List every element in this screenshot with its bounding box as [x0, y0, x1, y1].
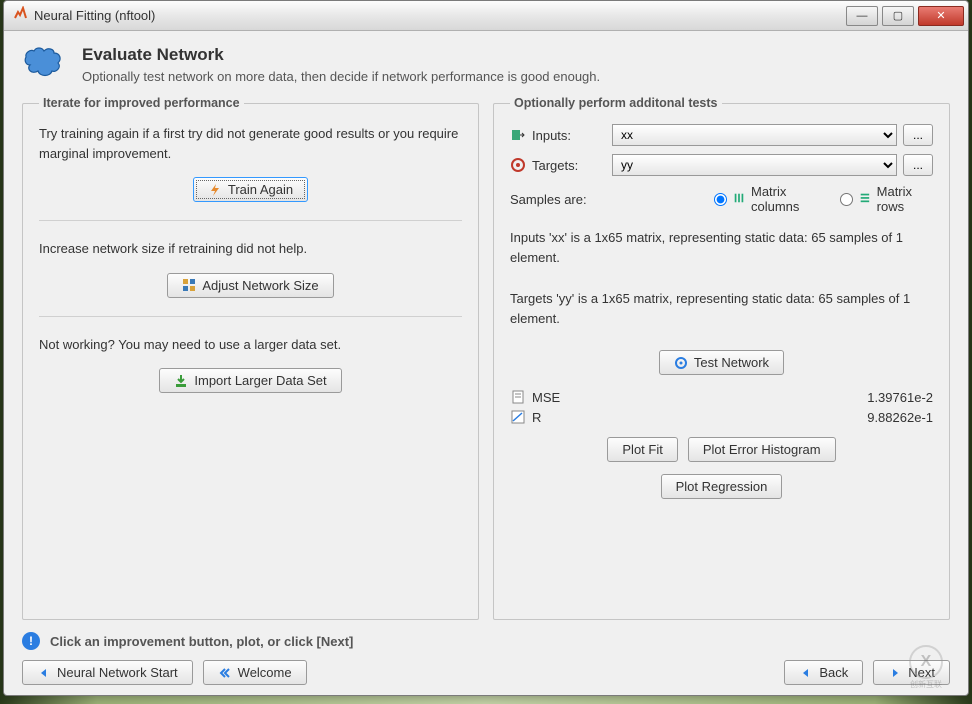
inputs-select[interactable]: xx: [612, 124, 897, 146]
app-window: Neural Fitting (nftool) — ▢ ✕ Evaluate N…: [3, 0, 969, 696]
tests-legend: Optionally perform additonal tests: [510, 96, 722, 110]
tests-panel: Optionally perform additonal tests Input…: [493, 96, 950, 620]
document-icon: [510, 389, 526, 405]
watermark: X 创新互联: [886, 642, 966, 692]
window-title: Neural Fitting (nftool): [34, 8, 155, 23]
adjust-size-text: Increase network size if retraining did …: [39, 239, 462, 259]
targets-description: Targets 'yy' is a 1x65 matrix, represent…: [510, 289, 933, 328]
train-again-text: Try training again if a first try did no…: [39, 124, 462, 163]
minimize-button[interactable]: —: [846, 6, 878, 26]
rows-icon: [859, 192, 871, 206]
window-controls: — ▢ ✕: [846, 6, 968, 26]
page-title: Evaluate Network: [82, 45, 600, 65]
inputs-icon: [510, 127, 526, 143]
chart-icon: [510, 409, 526, 425]
page-header: Evaluate Network Optionally test network…: [22, 45, 950, 84]
footer-hint: ! Click an improvement button, plot, or …: [22, 632, 950, 650]
info-icon: !: [22, 632, 40, 650]
neural-network-start-button[interactable]: Neural Network Start: [22, 660, 193, 685]
columns-icon: [733, 192, 745, 206]
back-arrow-icon: [37, 666, 51, 680]
targets-row: Targets: yy ...: [510, 154, 933, 176]
plot-regression-button[interactable]: Plot Regression: [661, 474, 783, 499]
iterate-legend: Iterate for improved performance: [39, 96, 244, 110]
back-button[interactable]: Back: [784, 660, 863, 685]
train-again-button[interactable]: Train Again: [193, 177, 308, 202]
gear-icon: [674, 356, 688, 370]
lightning-icon: [208, 183, 222, 197]
close-button[interactable]: ✕: [918, 6, 964, 26]
footer-buttons: Neural Network Start Welcome Back Next: [22, 660, 950, 685]
samples-label: Samples are:: [510, 192, 700, 207]
targets-select[interactable]: yy: [612, 154, 897, 176]
plot-error-histogram-button[interactable]: Plot Error Histogram: [688, 437, 836, 462]
targets-icon: [510, 157, 526, 173]
rewind-icon: [218, 666, 232, 680]
r-label: R: [532, 410, 592, 425]
matlab-icon: [12, 6, 28, 25]
r-row: R 9.88262e-1: [510, 409, 933, 425]
inputs-row: Inputs: xx ...: [510, 124, 933, 146]
brain-icon: [22, 45, 66, 81]
import-data-text: Not working? You may need to use a large…: [39, 335, 462, 355]
targets-label: Targets:: [532, 158, 612, 173]
inputs-description: Inputs 'xx' is a 1x65 matrix, representi…: [510, 228, 933, 267]
welcome-button[interactable]: Welcome: [203, 660, 307, 685]
test-network-button[interactable]: Test Network: [659, 350, 784, 375]
matrix-rows-radio[interactable]: Matrix rows: [840, 184, 933, 214]
mse-label: MSE: [532, 390, 592, 405]
mse-row: MSE 1.39761e-2: [510, 389, 933, 405]
import-icon: [174, 374, 188, 388]
plot-fit-button[interactable]: Plot Fit: [607, 437, 677, 462]
maximize-button[interactable]: ▢: [882, 6, 914, 26]
targets-browse-button[interactable]: ...: [903, 154, 933, 176]
back-icon: [799, 666, 813, 680]
titlebar: Neural Fitting (nftool) — ▢ ✕: [4, 1, 968, 31]
samples-row: Samples are: Matrix columns Matrix rows: [510, 184, 933, 214]
mse-value: 1.39761e-2: [867, 390, 933, 405]
iterate-panel: Iterate for improved performance Try tra…: [22, 96, 479, 620]
grid-icon: [182, 278, 196, 292]
inputs-label: Inputs:: [532, 128, 612, 143]
divider: [39, 316, 462, 317]
inputs-browse-button[interactable]: ...: [903, 124, 933, 146]
adjust-network-size-button[interactable]: Adjust Network Size: [167, 273, 333, 298]
r-value: 9.88262e-1: [867, 410, 933, 425]
import-larger-dataset-button[interactable]: Import Larger Data Set: [159, 368, 341, 393]
divider: [39, 220, 462, 221]
matrix-columns-radio[interactable]: Matrix columns: [714, 184, 826, 214]
page-subtitle: Optionally test network on more data, th…: [82, 69, 600, 84]
content-area: Evaluate Network Optionally test network…: [4, 31, 968, 695]
